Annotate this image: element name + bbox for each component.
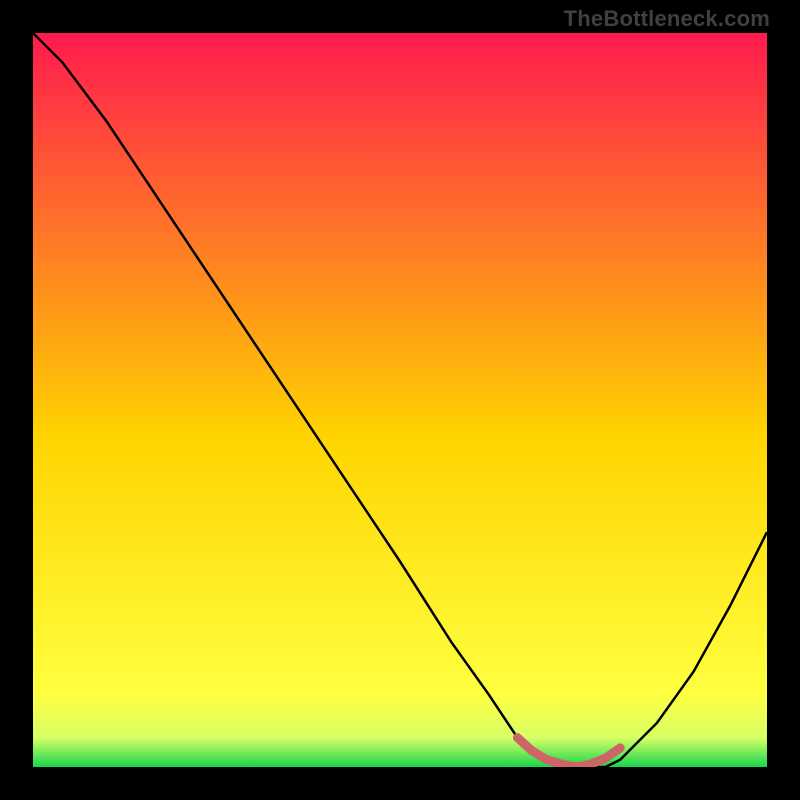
- chart-svg: [33, 33, 767, 767]
- plot-area: [33, 33, 767, 767]
- gradient-bg: [33, 33, 767, 767]
- chart-frame: TheBottleneck.com: [0, 0, 800, 800]
- brand-watermark: TheBottleneck.com: [564, 6, 770, 32]
